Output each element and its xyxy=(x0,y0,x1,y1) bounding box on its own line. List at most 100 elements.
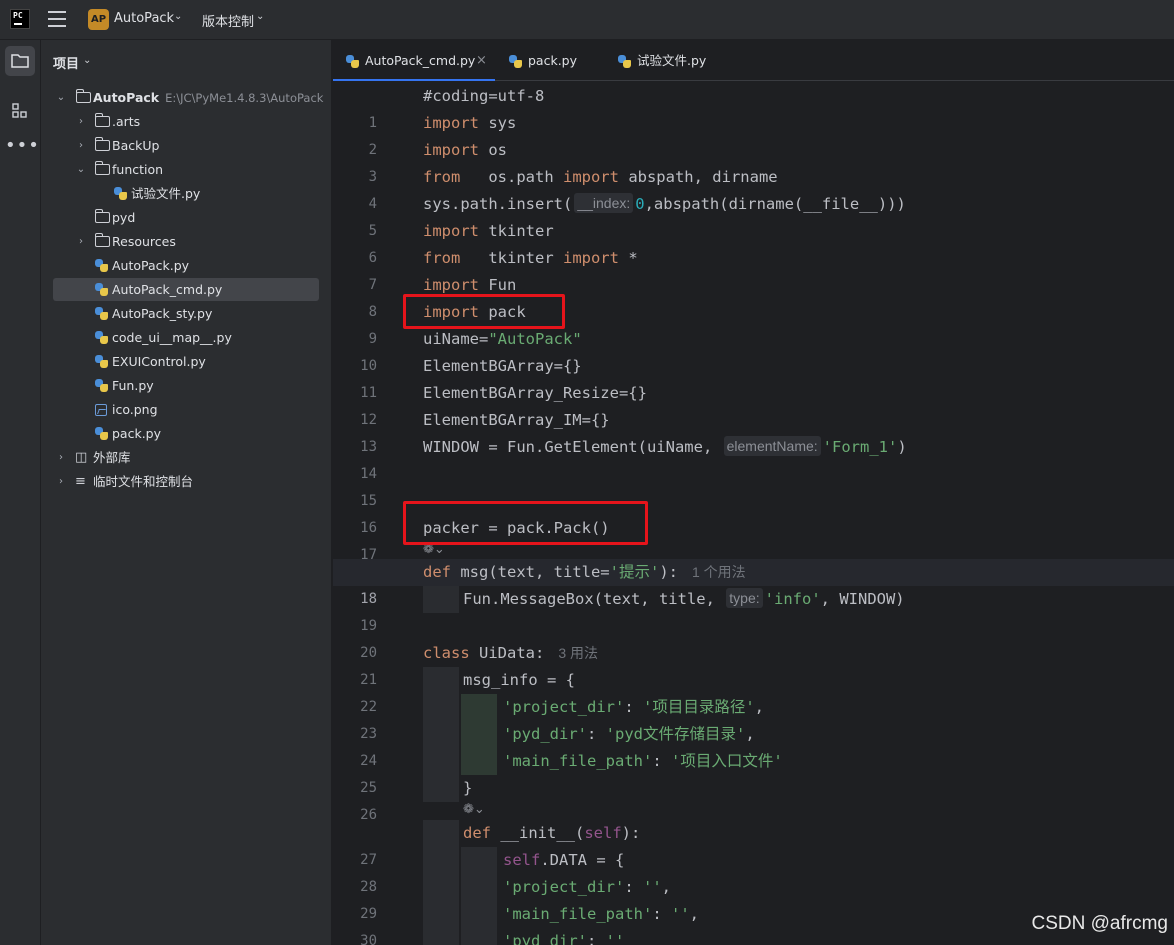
chevron-down-icon[interactable]: ⌄ xyxy=(83,55,91,66)
code-line[interactable]: 3 import os xyxy=(333,137,1174,185)
resources-folder-icon xyxy=(95,233,110,247)
code-text: ): xyxy=(659,563,678,581)
chevron-right-icon[interactable]: › xyxy=(75,110,87,133)
keyword: def xyxy=(463,824,491,842)
code-line[interactable]: 13 ElementBGArray_IM={} xyxy=(333,407,1174,455)
chevron-right-icon[interactable]: › xyxy=(75,134,87,157)
code-line[interactable]: 20 xyxy=(333,613,1174,661)
tree-item-pack-py[interactable]: pack.py xyxy=(53,422,319,445)
chevron-down-icon[interactable]: ⌄ xyxy=(256,11,264,22)
tab-autopack-cmd[interactable]: AutoPack_cmd.py × xyxy=(333,40,495,81)
tree-item-label: AutoPack.py xyxy=(112,258,190,273)
tree-item-test-file[interactable]: 试验文件.py xyxy=(53,182,319,205)
code-line[interactable]: 11 ElementBGArray={} xyxy=(333,353,1174,401)
tree-item-label: 外部库 xyxy=(93,450,131,465)
image-file-icon xyxy=(95,404,107,416)
tree-item-autopack-cmd-py[interactable]: AutoPack_cmd.py xyxy=(53,278,319,301)
tree-item-resources[interactable]: › Resources xyxy=(53,230,319,253)
python-file-icon xyxy=(345,54,360,69)
code-line[interactable]: 26 } xyxy=(333,775,1174,823)
code-line[interactable]: 4 from os.path import abspath, dirname xyxy=(333,164,1174,212)
code-line[interactable]: 5 sys.path.insert(__index: 0,abspath(dirn… xyxy=(333,191,1174,239)
code-line[interactable]: 28 self.DATA = { xyxy=(333,847,1174,895)
tree-item-external-libs[interactable]: › ◫ 外部库 xyxy=(53,446,319,469)
tree-root[interactable]: ⌄ AutoPack E:\JC\PyMe1.4.8.3\AutoPack xyxy=(53,86,323,109)
chevron-right-icon[interactable]: › xyxy=(55,470,67,493)
code-line[interactable]: 6 import tkinter xyxy=(333,218,1174,266)
tree-item-label: AutoPack_cmd.py xyxy=(112,282,223,297)
tab-pack[interactable]: pack.py xyxy=(496,40,604,81)
python-file-icon xyxy=(617,54,632,69)
tree-item-arts[interactable]: › .arts xyxy=(53,110,319,133)
project-switcher[interactable]: AutoPack xyxy=(114,11,174,26)
main-menu-icon[interactable] xyxy=(48,11,66,27)
python-file-icon xyxy=(113,186,128,201)
string-literal: '项目入口文件' xyxy=(670,752,783,770)
string-literal: '提示' xyxy=(609,563,660,581)
tree-item-exuicontrol-py[interactable]: EXUIControl.py xyxy=(53,350,319,373)
string-literal: 'info' xyxy=(764,590,821,608)
code-line[interactable]: 12 ElementBGArray_Resize={} xyxy=(333,380,1174,428)
python-file-icon xyxy=(94,426,109,441)
code-line[interactable]: 1 #coding=utf-8 xyxy=(333,83,1174,131)
keyword: import xyxy=(562,168,619,186)
code-line[interactable]: 21 class UiData: 3 用法 xyxy=(333,640,1174,688)
panel-title[interactable]: 项目 xyxy=(53,53,79,72)
tree-item-scratches[interactable]: › ≡ 临时文件和控制台 xyxy=(53,470,319,493)
code-line[interactable]: 15 xyxy=(333,461,1174,509)
code-text: __init__( xyxy=(491,824,585,842)
folder-icon[interactable] xyxy=(5,46,35,76)
tree-item-ico-png[interactable]: ico.png xyxy=(53,398,319,421)
tree-item-label: pyd xyxy=(112,210,136,225)
code-line[interactable]: 23 'project_dir': '项目目录路径', xyxy=(333,694,1174,742)
vcs-menu[interactable]: 版本控制 xyxy=(202,11,254,30)
code-line[interactable]: 27 def __init__(self): xyxy=(333,820,1174,868)
tree-item-backup[interactable]: › BackUp xyxy=(53,134,319,157)
logo-text: PC xyxy=(13,11,23,20)
tree-item-autopack-sty-py[interactable]: AutoPack_sty.py xyxy=(53,302,319,325)
string-literal: '' xyxy=(643,878,662,896)
code-editor[interactable]: 1 #coding=utf-8 2 import sys 3 import os… xyxy=(333,82,1174,945)
tree-item-pyd[interactable]: pyd xyxy=(53,206,319,229)
code-line[interactable]: 29 'project_dir': '', xyxy=(333,874,1174,922)
parameter-hint: elementName: xyxy=(723,436,821,456)
tree-item-autopack-py[interactable]: AutoPack.py xyxy=(53,254,319,277)
close-icon[interactable]: × xyxy=(476,40,487,81)
code-line[interactable]: 10 uiName="AutoPack" xyxy=(333,326,1174,374)
string-literal: 'project_dir' xyxy=(503,878,625,896)
code-line[interactable]: 14 WINDOW = Fun.GetElement(uiName, eleme… xyxy=(333,434,1174,482)
project-badge[interactable]: AP xyxy=(88,9,109,30)
code-text: ElementBGArray_Resize={} xyxy=(423,384,647,402)
code-line-current[interactable]: 18 def msg(text, title='提示'): 1 个用法 xyxy=(333,559,1174,607)
code-line[interactable]: 24 'pyd_dir': 'pyd文件存储目录', xyxy=(333,721,1174,769)
tree-item-code-ui-map-py[interactable]: code_ui__map__.py xyxy=(53,326,319,349)
chevron-right-icon[interactable]: › xyxy=(75,230,87,253)
code-text: : xyxy=(587,932,606,945)
code-line[interactable]: 7 from tkinter import * xyxy=(333,245,1174,293)
string-literal: 'pyd_dir' xyxy=(503,725,587,743)
library-icon: ◫ xyxy=(75,450,88,465)
chevron-down-icon[interactable]: ⌄ xyxy=(55,86,67,109)
code-text: tkinter xyxy=(479,222,554,240)
code-vision-icon[interactable]: ❁⌄ xyxy=(463,802,485,818)
usage-hint[interactable]: 1 个用法 xyxy=(692,564,746,580)
keyword: import xyxy=(423,114,479,132)
tab-label: pack.py xyxy=(528,53,578,68)
code-line[interactable]: 22 msg_info = { xyxy=(333,667,1174,715)
tree-item-fun-py[interactable]: Fun.py xyxy=(53,374,319,397)
code-line[interactable]: 2 import sys xyxy=(333,110,1174,158)
string-literal: 'pyd文件存储目录' xyxy=(605,725,746,743)
structure-icon[interactable] xyxy=(5,96,35,126)
chevron-down-icon[interactable]: ⌄ xyxy=(174,11,182,22)
tree-item-function[interactable]: ⌄ function xyxy=(53,158,319,181)
string-literal: 'main_file_path' xyxy=(503,752,653,770)
more-icon[interactable]: ••• xyxy=(5,136,39,166)
chevron-down-icon[interactable]: ⌄ xyxy=(75,158,87,181)
tab-test-file[interactable]: 试验文件.py xyxy=(605,40,725,81)
pycharm-logo-icon[interactable]: PC xyxy=(10,9,30,29)
keyword: from xyxy=(423,249,461,267)
code-line[interactable]: 25 'main_file_path': '项目入口文件' xyxy=(333,748,1174,796)
chevron-right-icon[interactable]: › xyxy=(55,446,67,469)
usage-hint[interactable]: 3 用法 xyxy=(558,645,598,661)
code-line[interactable]: 19 Fun.MessageBox(text, title, type:'inf… xyxy=(333,586,1174,634)
